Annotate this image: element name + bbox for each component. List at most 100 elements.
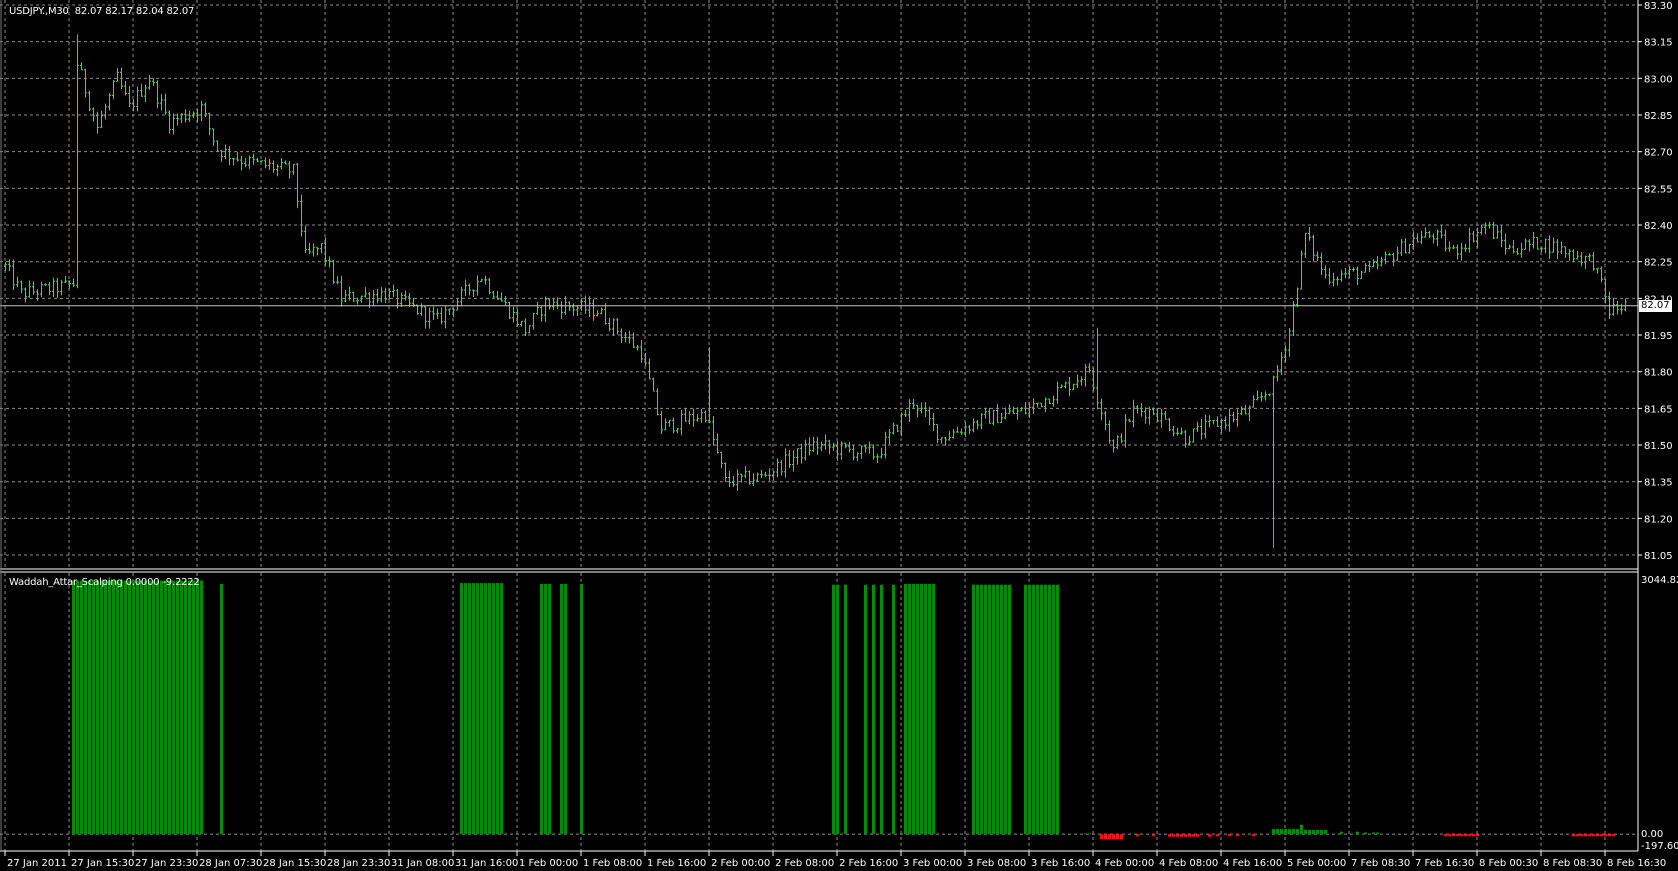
histogram-bar-down (1456, 834, 1459, 837)
histogram-bar-up (476, 583, 479, 835)
time-axis-label: 31 Jan 08:00 (391, 858, 454, 869)
histogram-bar-up (108, 580, 111, 835)
histogram-bar-up (460, 583, 463, 835)
histogram-bar-up (844, 584, 847, 835)
time-axis-label: 5 Feb 00:00 (1287, 858, 1346, 869)
histogram-bar-down (1476, 834, 1479, 837)
histogram-bar-up (1292, 829, 1295, 835)
histogram-bar-up (908, 583, 911, 835)
histogram-bar-up (1312, 829, 1315, 835)
histogram-bar-up (160, 580, 163, 835)
histogram-bar-up (1276, 829, 1279, 835)
histogram-bar-down (1108, 834, 1111, 840)
histogram-bar-down (1100, 834, 1103, 840)
histogram-bar-up (196, 580, 199, 835)
price-axis-label: 81.50 (1644, 441, 1673, 452)
symbol-label: USDJPY.,M30 (9, 6, 69, 17)
chart-canvas[interactable]: 27 Jan 2011 27 Jan 15:30 27 Jan 23:30 28 Ja… (0, 0, 1678, 871)
time-axis-label: 4 Feb 08:00 (1159, 858, 1218, 869)
price-axis-label: 81.05 (1644, 551, 1673, 562)
histogram-bar-down (1460, 834, 1463, 837)
time-axis-label: 27 Jan 23:30 (135, 858, 198, 869)
histogram-bar-up (100, 580, 103, 835)
histogram-bar-up (1084, 833, 1087, 835)
time-axis-label: 7 Feb 16:30 (1415, 858, 1474, 869)
main-chart-title: USDJPY.,M30 82.07 82.17 82.04 82.07 (9, 6, 194, 17)
histogram-bar-up (1376, 832, 1379, 835)
histogram-bar-up (1316, 829, 1319, 835)
time-axis-label: 7 Feb 08:30 (1351, 858, 1410, 869)
time-axis-label: 2 Feb 08:00 (775, 858, 834, 869)
histogram-bar-up (544, 583, 547, 835)
price-axis-label: 82.85 (1644, 111, 1673, 122)
indicator-axis-label: 0.00 (1641, 829, 1663, 840)
time-axis-label: 8 Feb 08:30 (1543, 858, 1602, 869)
price-axis-label: 83.30 (1644, 1, 1673, 12)
histogram-bar-up (1296, 829, 1299, 835)
histogram-bar-down (1468, 834, 1471, 837)
time-axis-label: 3 Feb 08:00 (967, 858, 1026, 869)
histogram-bar-up (84, 580, 87, 835)
histogram-bar-down (1576, 834, 1579, 837)
histogram-bar-up (580, 583, 583, 835)
histogram-bar-down (1208, 834, 1211, 837)
histogram-bar-up (116, 580, 119, 835)
time-axis-label: 28 Jan 07:30 (199, 858, 262, 869)
histogram-bar-up (1364, 832, 1367, 835)
histogram-bar-down (1588, 834, 1591, 837)
histogram-bar-up (1040, 584, 1043, 835)
histogram-bar-up (80, 580, 83, 835)
histogram-bar-down (1116, 834, 1119, 840)
histogram-bar-up (500, 583, 503, 835)
price-axis-label: 81.20 (1644, 514, 1673, 525)
histogram-bar-up (1052, 584, 1055, 835)
histogram-bar-up (1288, 829, 1291, 835)
histogram-bar-up (920, 583, 923, 835)
histogram-bar-up (1036, 584, 1039, 835)
histogram-bar-up (76, 580, 79, 835)
histogram-bar-down (1464, 834, 1467, 837)
histogram-bar-up (1340, 831, 1343, 835)
histogram-bar-up (892, 584, 895, 835)
histogram-bar-down (1192, 834, 1195, 837)
time-axis-label: 1 Feb 08:00 (583, 858, 642, 869)
histogram-bar-up (1032, 584, 1035, 835)
histogram-bar-down (1584, 834, 1587, 837)
histogram-bar-up (468, 583, 471, 835)
indicator-axis-label: 3044.827 (1641, 575, 1678, 586)
histogram-bar-up (144, 580, 147, 835)
histogram-bar-up (192, 580, 195, 835)
histogram-bar-down (1168, 834, 1171, 837)
histogram-bar-up (560, 583, 563, 835)
price-axis-label: 82.40 (1644, 221, 1673, 232)
histogram-bar-up (836, 584, 839, 835)
price-axis-label: 82.70 (1644, 148, 1673, 159)
histogram-bar-up (128, 580, 131, 835)
histogram-bar-down (1596, 834, 1599, 837)
histogram-bar-up (1324, 829, 1327, 835)
time-axis-label: 3 Feb 00:00 (903, 858, 962, 869)
histogram-bar-up (864, 584, 867, 835)
histogram-bar-up (480, 583, 483, 835)
time-axis-label: 27 Jan 15:30 (71, 858, 134, 869)
histogram-bar-up (472, 583, 475, 835)
histogram-bar-up (984, 584, 987, 835)
histogram-bar-up (916, 583, 919, 835)
histogram-bar-up (1048, 584, 1051, 835)
indicator-axis-label: -197.605 (1641, 841, 1678, 852)
histogram-bar-up (912, 583, 915, 835)
histogram-bar-up (92, 580, 95, 835)
histogram-bar-up (1028, 584, 1031, 835)
histogram-bar-up (1372, 832, 1375, 835)
price-axis-label: 82.25 (1644, 258, 1673, 269)
histogram-bar-up (1044, 584, 1047, 835)
time-axis-label: 28 Jan 23:30 (327, 858, 390, 869)
histogram-bar-up (996, 584, 999, 835)
time-axis-label: 4 Feb 16:00 (1223, 858, 1282, 869)
histogram-bar-up (1088, 833, 1091, 835)
time-axis-label: 8 Feb 16:30 (1607, 858, 1666, 869)
histogram-bar-down (1580, 834, 1583, 837)
histogram-bar-down (1612, 834, 1615, 837)
ohlc-readout: 82.07 82.17 82.04 82.07 (74, 6, 195, 17)
histogram-bar-up (172, 580, 175, 835)
